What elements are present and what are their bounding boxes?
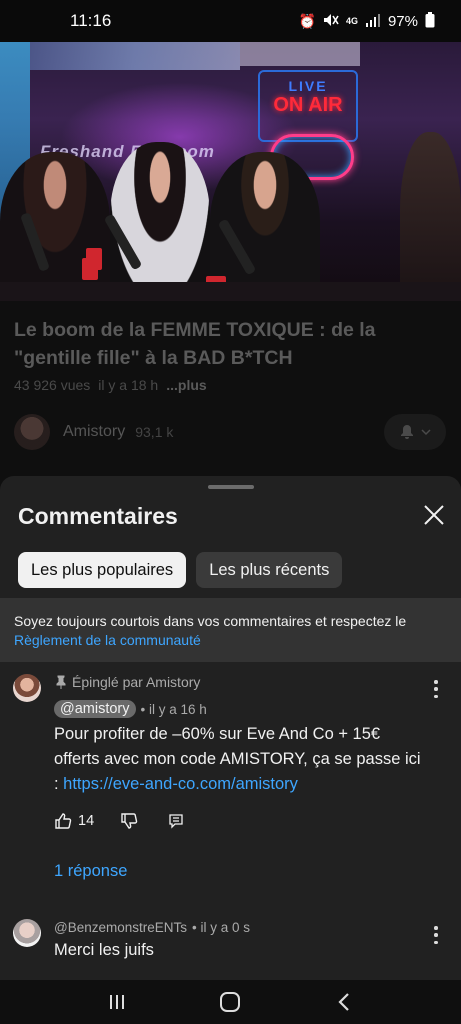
video-views: 43 926 vues [14,377,91,393]
close-button[interactable] [421,502,447,528]
channel-name[interactable]: Amistory [63,423,125,441]
comment-text: Merci les juifs [54,941,154,959]
system-nav-bar [0,980,461,1024]
host-edge [400,132,461,301]
comment-author-line: @amistory • il y a 16 h [54,700,207,718]
home-icon [220,992,241,1012]
guest-middle [110,142,210,301]
comment: @BenzemonstreENTs • il y a 0 s Merci les… [0,916,461,980]
thumbs-down-icon [121,813,138,829]
comment-author[interactable]: @BenzemonstreENTs [54,920,187,935]
sort-chips: Les plus populaires Les plus récents [18,552,343,588]
chip-recent[interactable]: Les plus récents [196,552,343,588]
on-air-sign: LIVE ON AIR [258,70,358,142]
sheet-drag-handle[interactable] [208,485,254,489]
status-bar: 11:16 ⏰ 4G 97% [0,0,461,42]
studio-desk [0,282,461,301]
on-air-text: ON AIR [273,94,343,116]
video-player[interactable]: Freshand Fr... .com LIVE ON AIR [0,42,461,301]
comment-reply-icon [169,814,183,829]
comment-author[interactable]: @amistory [54,700,136,718]
comment-pinned: Épinglé par Amistory @amistory • il y a … [0,672,461,902]
comments-sheet: Commentaires Les plus populaires Les plu… [0,476,461,980]
cup [82,258,98,280]
reply-button[interactable] [168,813,184,829]
signal-icon [365,13,381,30]
battery-percent: 97% [387,12,418,30]
recent-apps-button[interactable] [104,989,130,1015]
comment-menu-button[interactable] [433,680,439,698]
comment-menu-button[interactable] [433,926,439,944]
home-button[interactable] [217,989,243,1015]
video-meta[interactable]: 43 926 vues il y a 18 h ...plus [14,377,207,393]
channel-subscribers: 93,1 k [135,424,174,440]
comment-text: Pour profiter de –60% sur Eve And Co + 1… [54,722,424,797]
comment-age: • il y a 16 h [140,701,207,717]
close-icon [424,505,444,525]
pinned-by-text: Épinglé par Amistory [72,674,201,690]
comment-link[interactable]: https://eve-and-co.com/amistory [63,775,298,793]
status-time: 11:16 [70,11,112,30]
on-air-live-text: LIVE [288,78,328,94]
replies-link[interactable]: 1 réponse [54,862,127,881]
like-count: 14 [78,813,95,829]
notification-bell-button[interactable] [384,414,446,450]
notice-text: Soyez toujours courtois dans vos comment… [14,613,407,629]
back-button[interactable] [331,989,357,1015]
video-more-link[interactable]: ...plus [166,377,206,393]
thumbs-up-icon [55,813,72,829]
avatar[interactable] [13,919,41,947]
battery-icon [425,11,435,31]
comment-author-line: @BenzemonstreENTs • il y a 0 s [54,920,250,935]
avatar[interactable] [13,674,41,702]
4g-icon: 4G [345,16,358,26]
dislike-button[interactable] [120,812,138,830]
chip-popular[interactable]: Les plus populaires [18,552,187,588]
recent-apps-icon [109,995,124,1009]
bell-icon [401,425,413,439]
comment-actions: 14 [54,812,184,830]
community-notice: Soyez toujours courtois dans vos comment… [0,598,461,662]
comments-title: Commentaires [18,503,178,529]
chevron-down-icon [421,429,431,436]
video-backdrop-sign [240,42,360,66]
video-age: il y a 18 h [98,377,159,393]
like-button[interactable]: 14 [54,812,94,830]
pin-icon [56,675,66,689]
community-guidelines-link[interactable]: Règlement de la communauté [14,631,447,650]
video-backdrop-banner [30,42,240,70]
pinned-label: Épinglé par Amistory [56,674,200,690]
back-icon [338,993,349,1011]
alarm-icon: ⏰ [298,12,316,29]
channel-row: Amistory 93,1 k [14,412,446,452]
comment-age: • il y a 0 s [192,920,251,935]
mute-icon [323,13,339,30]
channel-avatar[interactable] [14,414,50,450]
video-title[interactable]: Le boom de la FEMME TOXIQUE : de la "gen… [14,316,444,372]
status-icons: ⏰ 4G 97% [298,11,435,31]
